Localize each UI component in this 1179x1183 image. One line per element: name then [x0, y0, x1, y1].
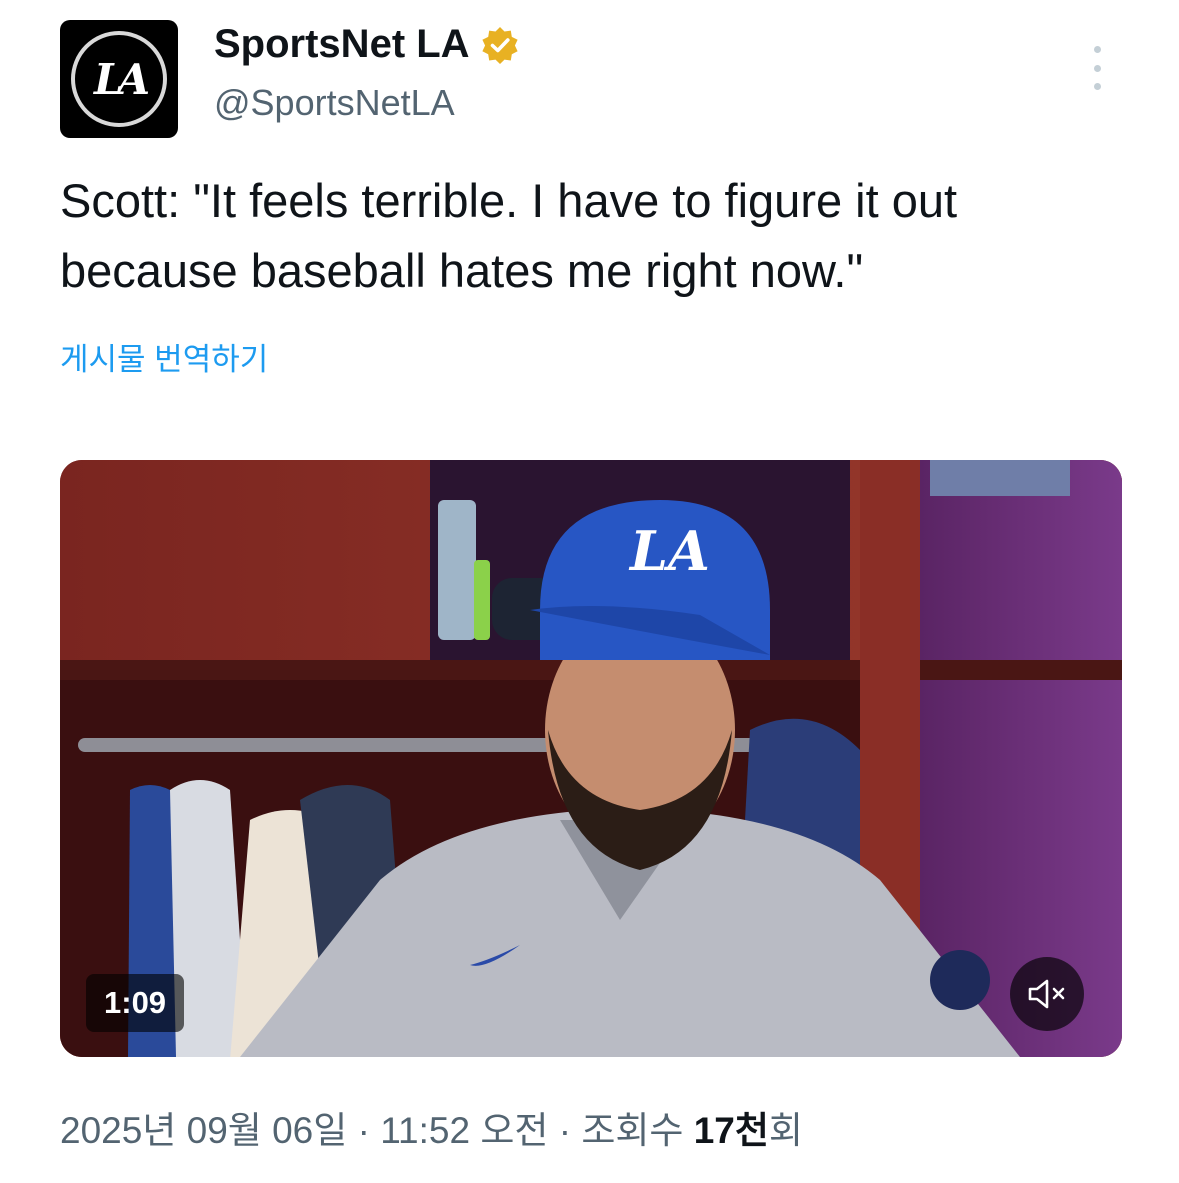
mute-toggle-button[interactable] — [1010, 957, 1084, 1031]
tweet-time[interactable]: 11:52 오전 — [380, 1100, 548, 1154]
views-label: 조회수 — [581, 1110, 694, 1151]
avatar-logo: LA — [71, 31, 167, 127]
translate-post-link[interactable]: 게시물 번역하기 — [60, 334, 268, 379]
more-options-icon[interactable] — [1082, 46, 1112, 90]
cap-logo-text: LA — [628, 519, 710, 583]
video-duration-badge: 1:09 — [86, 974, 185, 1032]
views-count: 17천 — [693, 1110, 769, 1151]
views-suffix: 회 — [768, 1110, 803, 1151]
verified-badge-icon — [481, 26, 518, 64]
tweet-date[interactable]: 2025년 09월 06일 — [60, 1100, 347, 1154]
profile-avatar[interactable]: LA — [60, 20, 178, 138]
avatar-logo-text: LA — [93, 54, 150, 104]
video-player[interactable]: LA 1:09 — [60, 460, 1122, 1057]
meta-separator: · — [347, 1110, 381, 1151]
author-handle[interactable]: @SportsNetLA — [214, 82, 455, 124]
tweet-meta: 2025년 09월 06일 · 11:52 오전 · 조회수 17천 회 — [60, 1100, 803, 1154]
meta-separator: · — [548, 1110, 582, 1151]
author-display-name[interactable]: SportsNet LA — [214, 22, 470, 67]
tweet-text: Scott: "It feels terrible. I have to fig… — [60, 174, 958, 297]
video-thumbnail: LA — [60, 460, 1122, 1057]
author-name-row: SportsNet LA — [214, 22, 520, 67]
muted-speaker-icon — [1028, 979, 1065, 1009]
